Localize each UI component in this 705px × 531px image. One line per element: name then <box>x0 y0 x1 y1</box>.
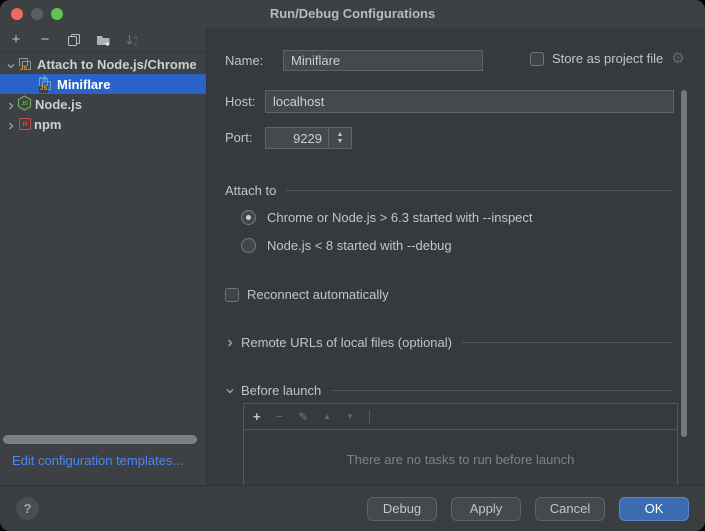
before-launch-header-label: Before launch <box>241 383 321 398</box>
tree-item-label: Miniflare <box>57 77 110 92</box>
port-label: Port: <box>225 130 252 145</box>
port-input[interactable] <box>266 128 328 148</box>
chevron-right-icon[interactable] <box>225 338 235 348</box>
apply-button[interactable]: Apply <box>451 497 521 521</box>
stepper-up-icon[interactable]: ▲ <box>337 131 344 138</box>
copy-configuration-icon[interactable] <box>66 32 82 48</box>
vertical-scrollbar[interactable] <box>681 90 687 437</box>
move-task-down-icon[interactable]: ▼ <box>346 410 354 424</box>
port-stepper[interactable]: ▲ ▼ <box>328 128 351 148</box>
attach-to-header-label: Attach to <box>225 183 276 198</box>
cancel-button[interactable]: Cancel <box>535 497 605 521</box>
attach-config-type-icon: JS <box>18 56 34 72</box>
tree-item-label: Attach to Node.js/Chrome <box>37 57 197 72</box>
tree-item-attach-to-node-chrome[interactable]: JS Attach to Node.js/Chrome <box>0 54 206 74</box>
name-label: Name: <box>225 53 263 68</box>
add-configuration-icon[interactable]: + <box>8 32 24 48</box>
radio-button-unselected[interactable] <box>241 238 256 253</box>
attach-to-section-header: Attach to <box>225 183 673 198</box>
attach-arrow-icon <box>38 74 50 82</box>
attach-config-icon: JS <box>38 76 54 92</box>
stepper-down-icon[interactable]: ▼ <box>337 138 344 145</box>
sidebar-toolbar: + − az <box>0 28 206 53</box>
radio-option-inspect[interactable]: Chrome or Node.js > 6.3 started with --i… <box>241 210 533 225</box>
chevron-right-icon[interactable] <box>6 119 16 129</box>
horizontal-scrollbar[interactable] <box>3 435 197 444</box>
help-button[interactable]: ? <box>16 497 39 520</box>
store-as-project-file-row: Store as project file ⚙ <box>530 51 685 66</box>
tree-item-nodejs[interactable]: JS Node.js <box>0 94 206 114</box>
chevron-down-icon[interactable] <box>6 59 16 69</box>
before-launch-tasks-panel: + − ✎ ▲ ▼ There are no tasks to run befo… <box>243 403 678 485</box>
store-as-project-file-label: Store as project file <box>552 51 663 66</box>
name-input[interactable] <box>283 50 483 71</box>
debug-button[interactable]: Debug <box>367 497 437 521</box>
move-task-up-icon[interactable]: ▲ <box>323 410 331 424</box>
sort-configurations-icon[interactable]: az <box>124 32 140 48</box>
remote-urls-header-label: Remote URLs of local files (optional) <box>241 335 452 350</box>
host-input[interactable] <box>265 90 674 113</box>
radio-button-selected[interactable] <box>241 210 256 225</box>
reconnect-automatically-row[interactable]: Reconnect automatically <box>225 287 389 302</box>
window-title: Run/Debug Configurations <box>0 0 705 28</box>
toolbar-separator <box>369 410 370 424</box>
edit-task-icon[interactable]: ✎ <box>298 410 308 424</box>
footer-buttons: Debug Apply Cancel OK <box>367 497 689 521</box>
chevron-right-icon[interactable] <box>6 99 16 109</box>
dialog-footer: ? Debug Apply Cancel OK <box>0 485 705 531</box>
before-launch-empty-text: There are no tasks to run before launch <box>244 452 677 467</box>
new-folder-icon[interactable] <box>95 32 111 48</box>
store-as-project-file-checkbox[interactable] <box>530 52 544 66</box>
titlebar: Run/Debug Configurations <box>0 0 705 28</box>
tree-item-miniflare[interactable]: JS Miniflare <box>0 74 206 94</box>
tree-item-npm[interactable]: n npm <box>0 114 206 134</box>
configuration-settings-panel: Name: Store as project file ⚙ Host: Port… <box>208 28 705 485</box>
ok-button[interactable]: OK <box>619 497 689 521</box>
tree-item-label: npm <box>34 117 61 132</box>
run-debug-configurations-dialog: Run/Debug Configurations + − az <box>0 0 705 531</box>
radio-option-label: Node.js < 8 started with --debug <box>267 238 452 253</box>
remote-urls-section-header[interactable]: Remote URLs of local files (optional) <box>225 335 673 350</box>
host-label: Host: <box>225 94 255 109</box>
edit-configuration-templates-link[interactable]: Edit configuration templates... <box>12 453 183 468</box>
port-field: ▲ ▼ <box>265 127 352 149</box>
before-launch-toolbar: + − ✎ ▲ ▼ <box>244 404 677 430</box>
svg-text:a: a <box>134 35 138 41</box>
remove-configuration-icon[interactable]: − <box>37 32 53 48</box>
svg-text:JS: JS <box>21 101 28 107</box>
before-launch-section-header[interactable]: Before launch <box>225 383 673 398</box>
svg-text:z: z <box>134 42 137 47</box>
tree-item-label: Node.js <box>35 97 82 112</box>
npm-icon: n <box>19 118 31 130</box>
reconnect-automatically-label: Reconnect automatically <box>247 287 389 302</box>
configurations-tree: JS Attach to Node.js/Chrome JS Miniflare <box>0 54 206 134</box>
nodejs-icon: JS <box>17 95 32 114</box>
gear-icon[interactable]: ⚙ <box>671 52 684 66</box>
add-task-icon[interactable]: + <box>253 410 261 424</box>
chevron-down-icon[interactable] <box>225 386 235 396</box>
remove-task-icon[interactable]: − <box>276 410 284 424</box>
radio-option-debug[interactable]: Node.js < 8 started with --debug <box>241 238 452 253</box>
configurations-sidebar: + − az JS Attach to Node.js/Chro <box>0 28 207 485</box>
radio-option-label: Chrome or Node.js > 6.3 started with --i… <box>267 210 533 225</box>
reconnect-automatically-checkbox[interactable] <box>225 288 239 302</box>
